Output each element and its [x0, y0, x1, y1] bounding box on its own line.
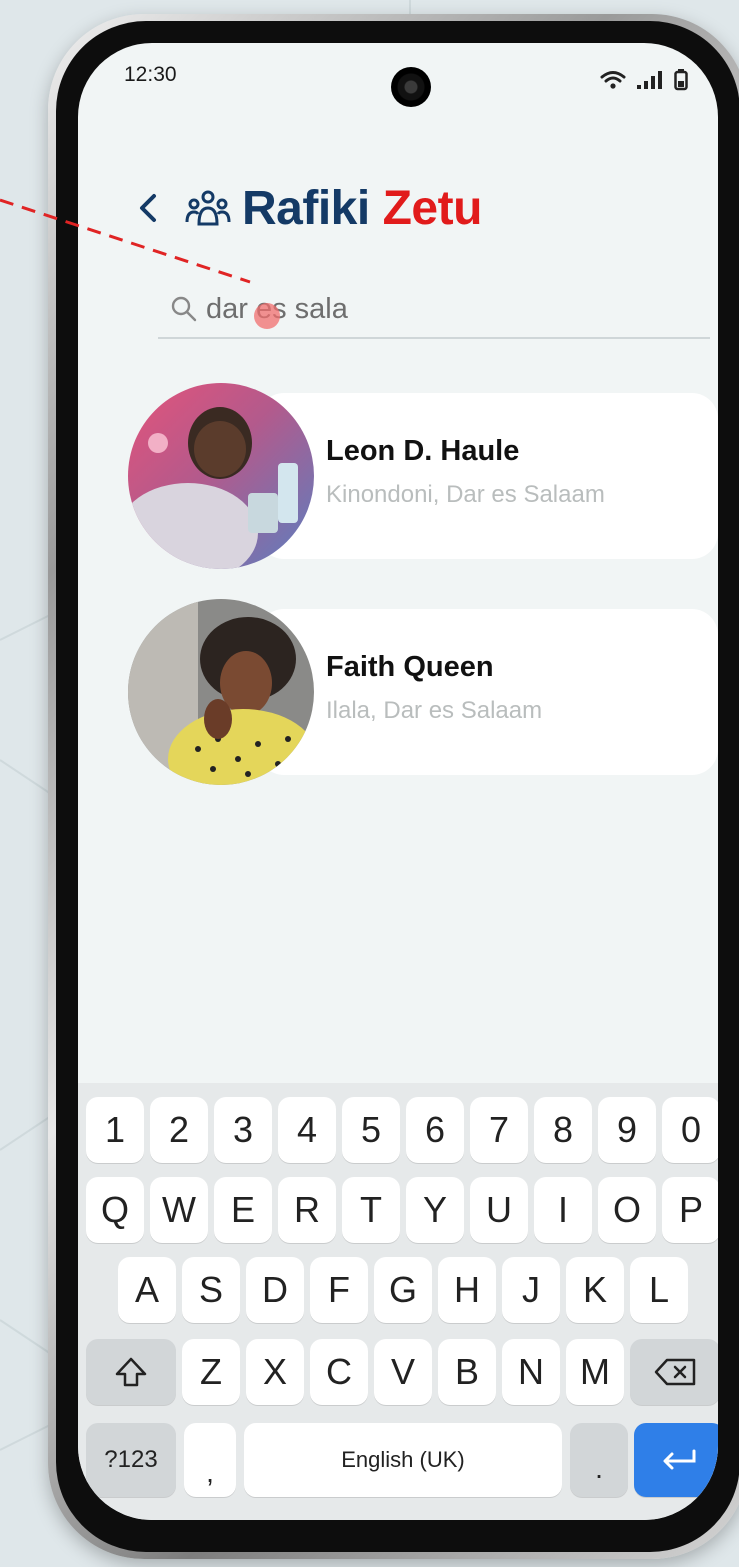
key-c[interactable]: C	[310, 1339, 368, 1405]
result-name: Leon D. Haule	[326, 435, 520, 467]
battery-icon	[674, 69, 688, 91]
key-z[interactable]: Z	[182, 1339, 240, 1405]
avatar-photo	[128, 599, 314, 785]
symbols-key[interactable]: ?123	[86, 1423, 176, 1497]
shift-key[interactable]	[86, 1339, 176, 1405]
key-e[interactable]: E	[214, 1177, 272, 1243]
key-u[interactable]: U	[470, 1177, 528, 1243]
key-8[interactable]: 8	[534, 1097, 592, 1163]
key-4[interactable]: 4	[278, 1097, 336, 1163]
key-a[interactable]: A	[118, 1257, 176, 1323]
key-2[interactable]: 2	[150, 1097, 208, 1163]
key-o[interactable]: O	[598, 1177, 656, 1243]
on-screen-keyboard: 1 2 3 4 5 6 7 8 9 0 Q W E R T Y U I O P …	[78, 1083, 718, 1520]
enter-key[interactable]	[634, 1423, 718, 1497]
app-title-part2: Zetu	[382, 181, 483, 235]
shift-arrow-icon	[115, 1357, 147, 1387]
key-l[interactable]: L	[630, 1257, 688, 1323]
signal-icon	[637, 71, 662, 89]
back-button[interactable]	[130, 190, 166, 226]
key-q[interactable]: Q	[86, 1177, 144, 1243]
back-chevron-icon	[140, 194, 156, 222]
key-k[interactable]: K	[566, 1257, 624, 1323]
result-location: Kinondoni, Dar es Salaam	[326, 481, 605, 508]
list-item-result-2[interactable]: Faith Queen Ilala, Dar es Salaam	[258, 609, 718, 775]
key-b[interactable]: B	[438, 1339, 496, 1405]
app-title: Rafiki Zetu	[242, 181, 482, 236]
key-1[interactable]: 1	[86, 1097, 144, 1163]
period-key[interactable]: .	[570, 1423, 628, 1497]
phone-bezel: 12:30 Rafiki Zetu dar sala Leon D. Haule…	[56, 21, 739, 1552]
key-3[interactable]: 3	[214, 1097, 272, 1163]
key-5[interactable]: 5	[342, 1097, 400, 1163]
app-title-part1: Rafiki	[242, 181, 370, 235]
avatar-photo	[128, 383, 314, 569]
key-r[interactable]: R	[278, 1177, 336, 1243]
key-m[interactable]: M	[566, 1339, 624, 1405]
people-group-icon	[185, 190, 231, 226]
enter-arrow-icon	[663, 1449, 696, 1470]
key-j[interactable]: J	[502, 1257, 560, 1323]
backspace-icon	[654, 1358, 696, 1386]
key-i[interactable]: I	[534, 1177, 592, 1243]
key-w[interactable]: W	[150, 1177, 208, 1243]
search-input[interactable]: dar es sala	[158, 281, 710, 339]
status-icons	[600, 69, 688, 91]
key-0[interactable]: 0	[662, 1097, 718, 1163]
key-g[interactable]: G	[374, 1257, 432, 1323]
search-icon	[171, 296, 197, 322]
key-7[interactable]: 7	[470, 1097, 528, 1163]
list-item-result-1[interactable]: Leon D. Haule Kinondoni, Dar es Salaam	[258, 393, 718, 559]
key-x[interactable]: X	[246, 1339, 304, 1405]
front-camera	[391, 67, 431, 107]
comma-key[interactable]: ,	[184, 1423, 236, 1497]
key-y[interactable]: Y	[406, 1177, 464, 1243]
backspace-key[interactable]	[630, 1339, 718, 1405]
key-s[interactable]: S	[182, 1257, 240, 1323]
result-name: Faith Queen	[326, 651, 494, 683]
app-header: Rafiki Zetu	[130, 178, 482, 238]
key-n[interactable]: N	[502, 1339, 560, 1405]
key-9[interactable]: 9	[598, 1097, 656, 1163]
touch-indicator	[254, 303, 280, 329]
key-p[interactable]: P	[662, 1177, 718, 1243]
phone-frame: 12:30 Rafiki Zetu dar sala Leon D. Haule…	[48, 14, 739, 1559]
result-location: Ilala, Dar es Salaam	[326, 697, 543, 724]
phone-screen: 12:30 Rafiki Zetu dar sala Leon D. Haule…	[78, 43, 718, 1520]
wifi-icon	[600, 71, 626, 89]
key-d[interactable]: D	[246, 1257, 304, 1323]
space-key[interactable]: English (UK)	[244, 1423, 562, 1497]
status-time: 12:30	[124, 63, 177, 86]
key-h[interactable]: H	[438, 1257, 496, 1323]
avatar	[128, 383, 314, 569]
key-t[interactable]: T	[342, 1177, 400, 1243]
status-bar: 12:30	[78, 43, 718, 113]
avatar	[128, 599, 314, 785]
key-v[interactable]: V	[374, 1339, 432, 1405]
key-6[interactable]: 6	[406, 1097, 464, 1163]
key-f[interactable]: F	[310, 1257, 368, 1323]
